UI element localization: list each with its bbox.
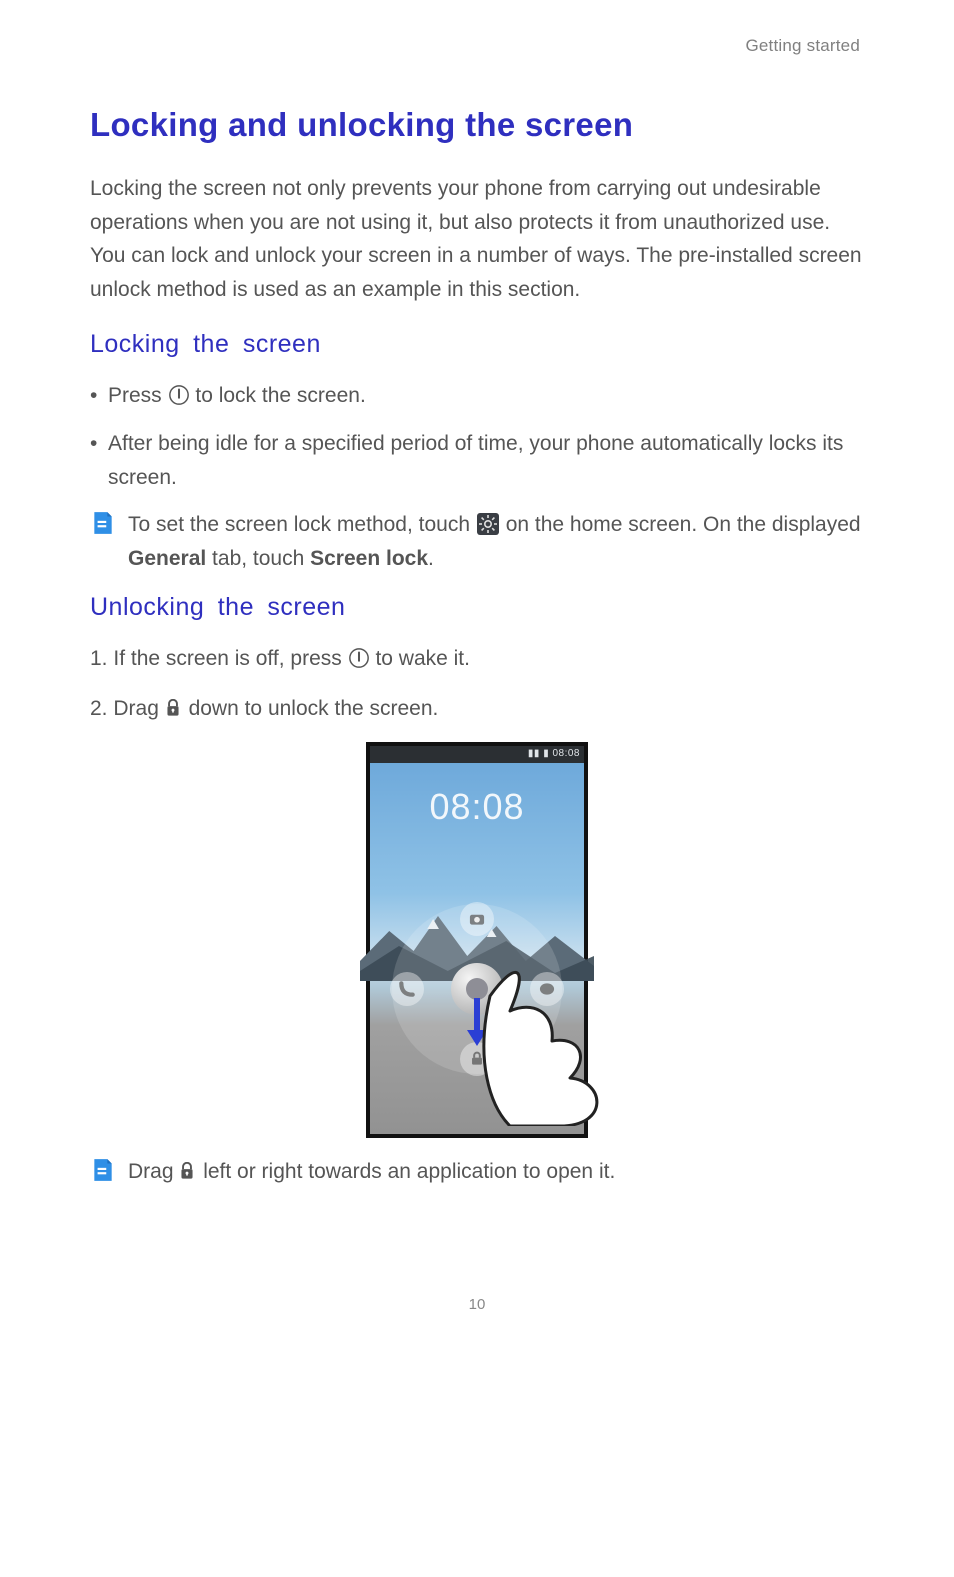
- lock-screen-clock: 08:08: [370, 786, 584, 828]
- power-icon: [348, 646, 370, 668]
- text-fragment: To set the screen lock method, touch: [128, 513, 476, 536]
- text-fragment: Drag: [128, 1160, 179, 1183]
- ring-shortcut-camera: [460, 902, 494, 936]
- bold-text: General: [128, 547, 206, 570]
- phone-illustration: ▮▮ ▮ 08:08 08:08: [90, 742, 864, 1143]
- text-fragment: down to unlock the screen.: [189, 697, 439, 720]
- text-fragment: to lock the screen.: [195, 384, 365, 407]
- bullet-item: • Press to lock the screen.: [90, 379, 864, 413]
- intro-paragraph: Locking the screen not only prevents you…: [90, 172, 864, 306]
- phone-frame: ▮▮ ▮ 08:08 08:08: [366, 742, 588, 1138]
- status-bar: ▮▮ ▮ 08:08: [370, 746, 584, 763]
- header-chapter: Getting started: [90, 36, 860, 56]
- bullet-marker: •: [90, 427, 108, 461]
- text-fragment: Press: [108, 384, 168, 407]
- step-number: 1.: [90, 642, 113, 676]
- step-text: Drag down to unlock the screen.: [113, 692, 864, 726]
- step-item: 2. Drag down to unlock the screen.: [90, 692, 864, 726]
- note-icon: [90, 510, 116, 536]
- unlock-steps: 1. If the screen is off, press to wake i…: [90, 642, 864, 725]
- text-fragment: .: [428, 547, 434, 570]
- bullet-item: • After being idle for a specified perio…: [90, 427, 864, 494]
- page-title: Locking and unlocking the screen: [90, 106, 864, 144]
- settings-icon: [476, 512, 500, 536]
- ring-shortcut-phone: [390, 972, 424, 1006]
- page-number: 10: [90, 1296, 864, 1313]
- locking-bullets: • Press to lock the screen. • After bein…: [90, 379, 864, 494]
- section-heading-locking: Locking the screen: [90, 330, 864, 359]
- status-time: 08:08: [552, 748, 580, 759]
- note-block: Drag left or right towards an applicatio…: [90, 1155, 864, 1189]
- signal-icon: ▮▮: [528, 748, 543, 759]
- bullet-text: After being idle for a specified period …: [108, 427, 864, 494]
- text-fragment: If the screen is off, press: [113, 647, 347, 670]
- power-icon: [168, 383, 190, 405]
- note-block: To set the screen lock method, touch: [90, 508, 864, 575]
- text-fragment: left or right towards an application to …: [203, 1160, 615, 1183]
- note-text: To set the screen lock method, touch: [128, 508, 864, 575]
- text-fragment: to wake it.: [375, 647, 470, 670]
- bullet-marker: •: [90, 379, 108, 413]
- hand-pointer-icon: [470, 966, 620, 1126]
- step-item: 1. If the screen is off, press to wake i…: [90, 642, 864, 676]
- step-number: 2.: [90, 692, 113, 726]
- note-icon: [90, 1157, 116, 1183]
- text-fragment: tab, touch: [206, 547, 310, 570]
- text-fragment: on the home screen. On the displayed: [506, 513, 861, 536]
- section-heading-unlocking: Unlocking the screen: [90, 593, 864, 622]
- step-text: If the screen is off, press to wake it.: [113, 642, 864, 676]
- note-text: Drag left or right towards an applicatio…: [128, 1155, 864, 1189]
- lock-icon: [179, 1158, 197, 1178]
- text-fragment: Drag: [113, 697, 164, 720]
- bullet-text: Press to lock the screen.: [108, 379, 864, 413]
- bold-text: Screen lock: [310, 547, 428, 570]
- lock-icon: [165, 695, 183, 715]
